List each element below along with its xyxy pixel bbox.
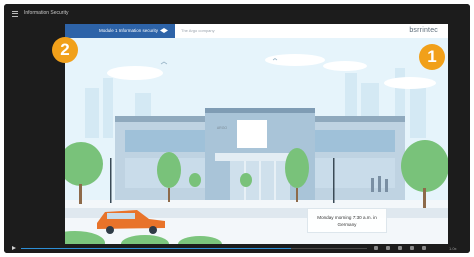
slide-stage: Module 1 Information security The Argo c…: [65, 24, 448, 244]
playback-speed[interactable]: 1.0x: [449, 244, 457, 253]
office-illustration: [65, 38, 448, 244]
progress-bar[interactable]: [21, 248, 367, 249]
fullscreen-icon[interactable]: [422, 246, 426, 250]
captions-icon[interactable]: [386, 246, 390, 250]
volume-icon[interactable]: [374, 246, 378, 250]
menu-list-icon[interactable]: [410, 246, 414, 250]
brand-logo: bsrrintec: [409, 27, 438, 34]
menu-icon[interactable]: [12, 11, 18, 17]
diamond-logo-icon: [160, 28, 168, 33]
course-title: Information Security: [24, 10, 69, 16]
progress-fill: [21, 248, 291, 249]
settings-icon[interactable]: [398, 246, 402, 250]
module-header: Module 1 Information security The Argo c…: [65, 24, 448, 38]
title-bar: Information Security: [4, 4, 470, 22]
player-controls: 1.0x: [4, 244, 470, 253]
callout-badge-1: 1: [419, 44, 445, 70]
callout-badge-2: 2: [52, 37, 78, 63]
building-logo: ARGO: [216, 126, 228, 130]
scene-caption: Monday morning 7:30 a.m. in Germany: [307, 208, 387, 233]
module-tab[interactable]: Module 1 Information security: [65, 24, 175, 38]
company-name: The Argo company: [181, 28, 215, 33]
module-title: Module 1 Information security: [99, 28, 159, 33]
play-icon[interactable]: [12, 246, 16, 250]
